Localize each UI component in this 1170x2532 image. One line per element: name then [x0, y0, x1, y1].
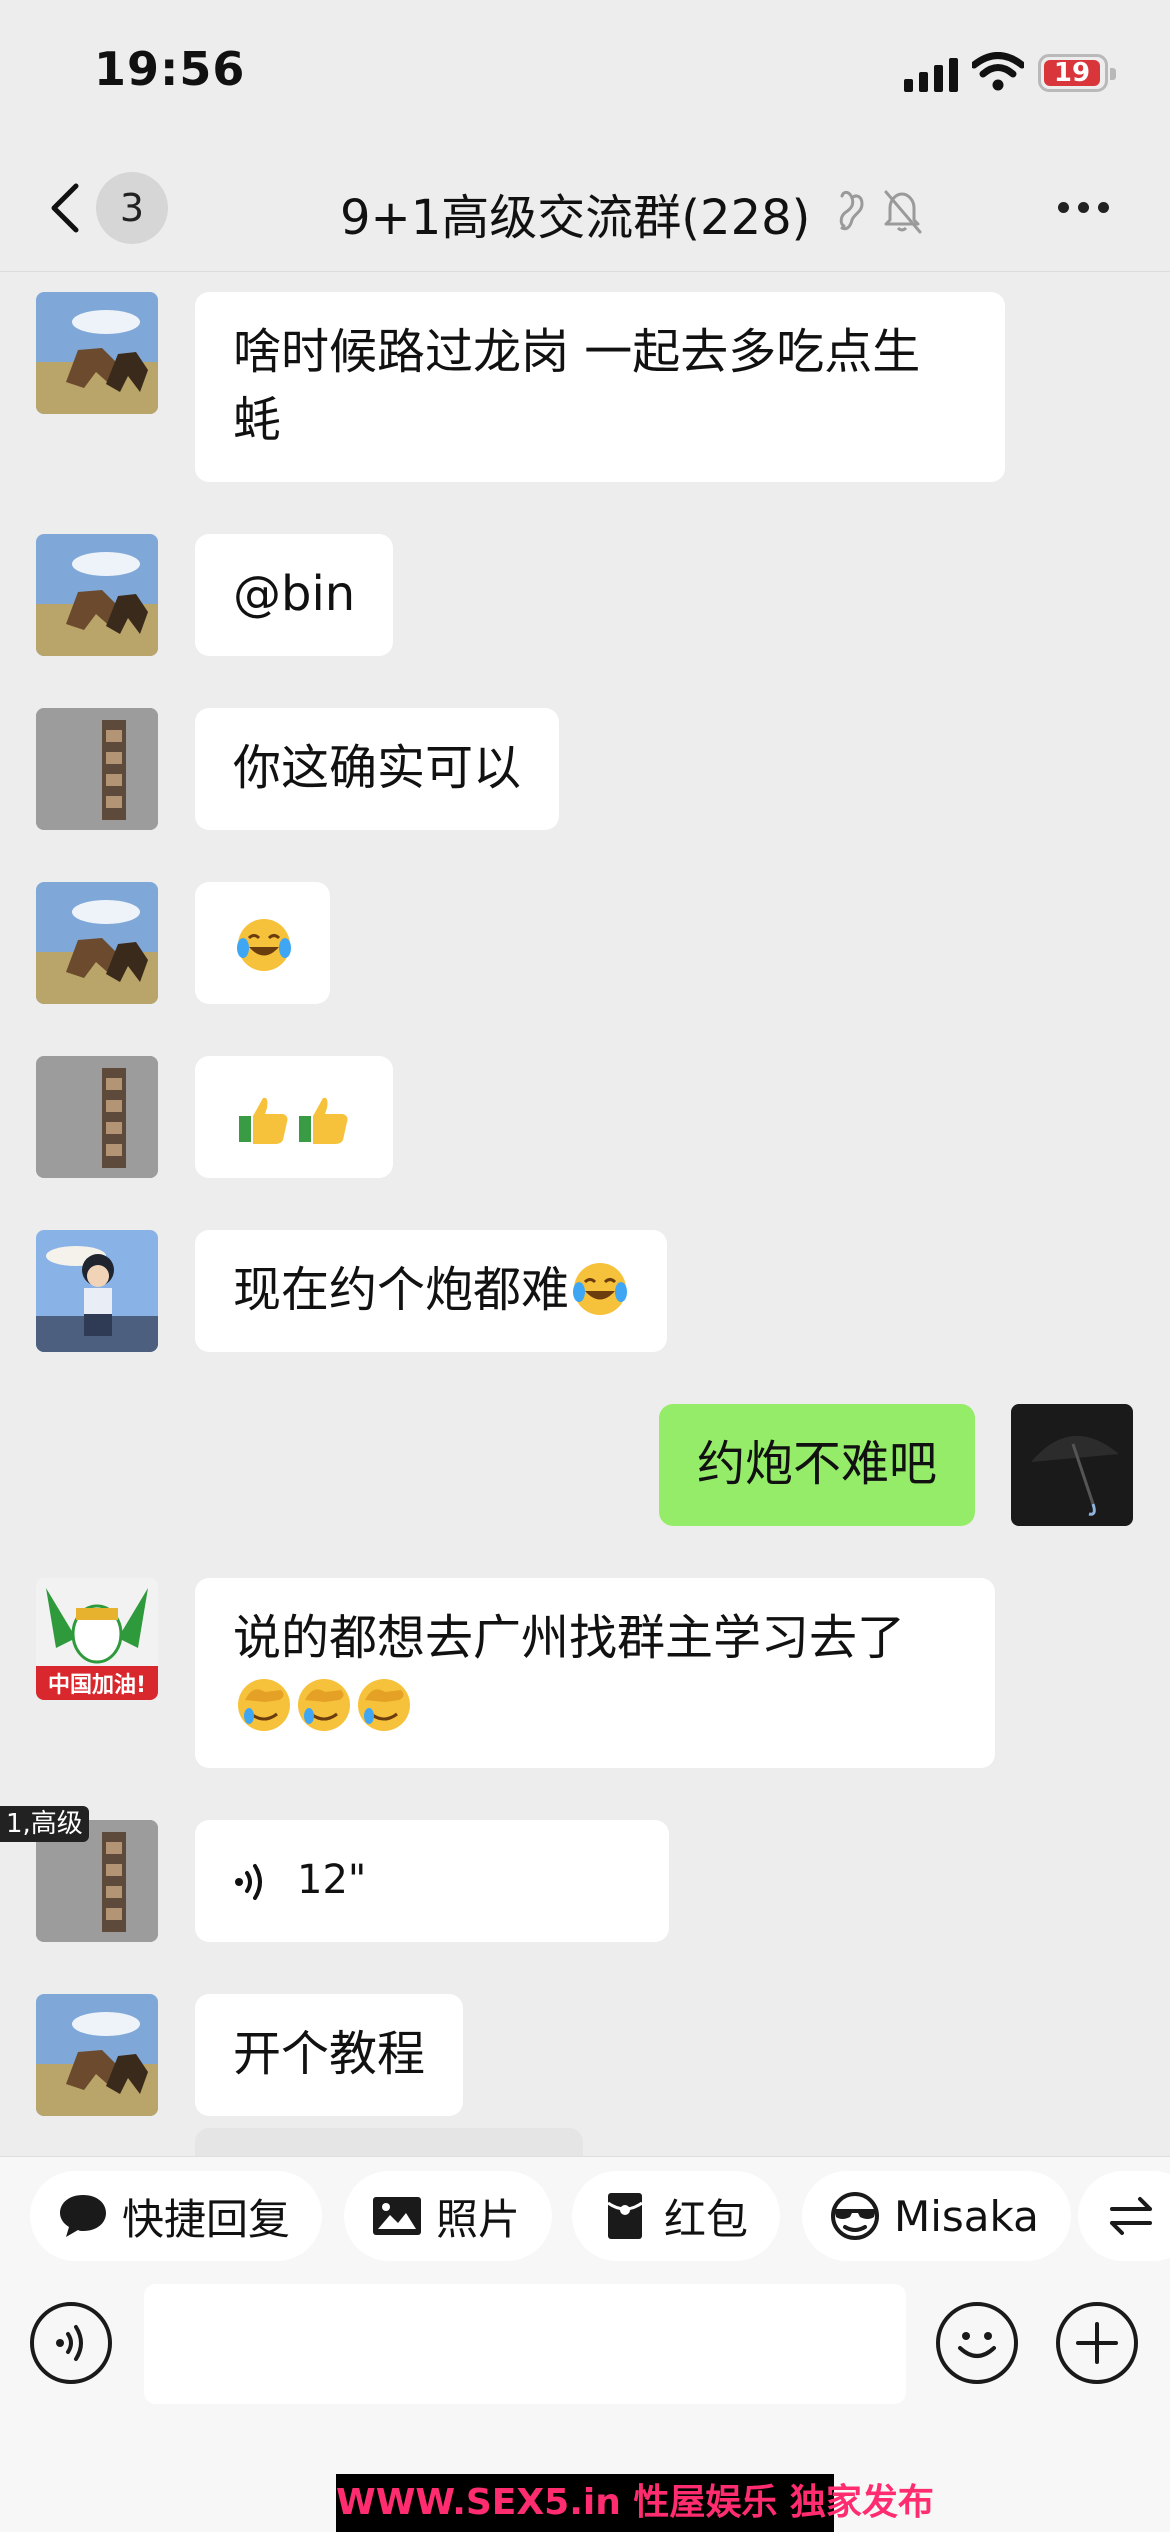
chat-header: 3 9+1高级交流群(228)	[0, 150, 1170, 272]
message-text: 现在约个炮都难	[233, 1262, 570, 1318]
photo-icon	[373, 2197, 421, 2235]
facepalm-emoji-icon	[298, 1679, 350, 1731]
earpiece-mode-icon	[839, 190, 864, 231]
china-jiayou-avatar[interactable]: 中国加油!	[36, 1578, 158, 1700]
voice-duration: 12"	[297, 1857, 367, 1903]
unread-count-badge[interactable]: 3	[96, 172, 168, 244]
message-bubble[interactable]: 开个教程	[195, 1994, 464, 2116]
wall-avatar[interactable]	[36, 708, 158, 830]
smiley-icon	[958, 2332, 996, 2358]
quick-reply-label: 快捷回复	[122, 2194, 291, 2244]
horses-avatar[interactable]	[36, 1994, 158, 2116]
more-functions-button[interactable]	[1056, 2302, 1138, 2384]
cellular-signal-icon	[904, 56, 958, 92]
misaka-button[interactable]: Misaka	[802, 2171, 1071, 2261]
status-time: 19:56	[94, 42, 246, 96]
thumbs-up-emoji-icon	[239, 1097, 288, 1144]
photo-button[interactable]: 照片	[344, 2171, 553, 2261]
message-bubble[interactable]	[195, 1056, 393, 1178]
muted-bell-icon	[884, 190, 922, 234]
input-bar	[0, 2280, 1170, 2426]
more-options-button[interactable]	[1054, 184, 1114, 230]
switch-button[interactable]	[1078, 2171, 1170, 2261]
chat-title[interactable]: 9+1高级交流群(228)	[340, 178, 810, 248]
battery-level: 19	[1044, 60, 1100, 86]
tears-of-joy-emoji-icon	[237, 919, 291, 971]
message-bubble[interactable]: 说的都想去广州找群主学习去了	[195, 1578, 995, 1768]
own-message-bubble[interactable]: 约炮不难吧	[658, 1404, 975, 1526]
facepalm-emoji-icon	[238, 1679, 290, 1731]
horses-avatar[interactable]	[36, 292, 158, 414]
thumbs-up-emoji-icon	[299, 1097, 348, 1144]
facepalm-emoji-icon	[358, 1679, 410, 1731]
message-input[interactable]	[144, 2284, 906, 2404]
avatar-label: 中国加油!	[48, 1673, 146, 1698]
message-bubble[interactable]: 你这确实可以	[195, 708, 560, 830]
speech-bubble-icon	[60, 2195, 106, 2237]
status-bar: 19:56 19	[0, 0, 1170, 150]
voice-wave-icon	[235, 1864, 262, 1900]
switch-arrows-icon	[1110, 2197, 1152, 2235]
message-bubble[interactable]: 现在约个炮都难	[195, 1230, 668, 1352]
emoji-button[interactable]	[936, 2302, 1018, 2384]
battery-icon: 19	[1038, 54, 1116, 92]
red-packet-button[interactable]: 红包	[572, 2171, 781, 2261]
horses-avatar[interactable]	[36, 882, 158, 1004]
misaka-label: Misaka	[894, 2191, 1039, 2241]
red-packet-label: 红包	[664, 2194, 749, 2244]
bottom-area: WWW.SEX5.in 性屋娱乐 独家发布	[0, 2426, 1170, 2532]
message-bubble[interactable]	[195, 882, 330, 1004]
horses-avatar[interactable]	[36, 534, 158, 656]
wall-avatar[interactable]	[36, 1056, 158, 1178]
plus-icon	[1076, 2322, 1118, 2364]
tears-of-joy-emoji-icon	[573, 1263, 628, 1315]
member-tag: 1,高级	[0, 1806, 89, 1842]
back-button[interactable]	[40, 176, 100, 240]
quick-reply-button[interactable]: 快捷回复	[30, 2171, 323, 2261]
voice-wave-icon	[56, 2325, 83, 2361]
message-list[interactable]: 啥时候路过龙岗 一起去多吃点生蚝 @bin 你这确实可以 现在约个炮都难 约炮不…	[0, 272, 1170, 2156]
photo-label: 照片	[436, 2194, 521, 2244]
quick-actions-bar: 快捷回复 照片 红包 Misaka	[0, 2156, 1170, 2280]
wifi-icon	[972, 52, 1024, 91]
watermark: WWW.SEX5.in 性屋娱乐 独家发布	[336, 2474, 934, 2532]
message-bubble[interactable]: 啥时候路过龙岗 一起去多吃点生蚝	[195, 292, 1005, 482]
sunglasses-face-icon	[831, 2192, 879, 2240]
umbrella-avatar[interactable]	[1011, 1404, 1133, 1526]
partial-message-bubble	[195, 2128, 583, 2158]
message-text: 说的都想去广州找群主学习去了	[233, 1610, 906, 1666]
message-bubble[interactable]: @bin	[195, 534, 394, 656]
red-packet-icon	[607, 2193, 643, 2239]
voice-input-button[interactable]	[30, 2302, 112, 2384]
anime-boy-avatar[interactable]	[36, 1230, 158, 1352]
voice-message-bubble[interactable]: 12"	[195, 1820, 669, 1942]
